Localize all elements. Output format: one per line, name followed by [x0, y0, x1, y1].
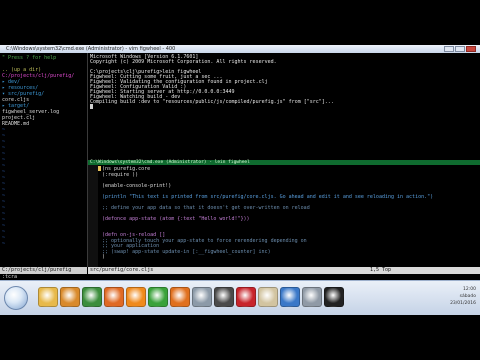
code-line[interactable]: ;; define your app data so that it doesn…	[102, 205, 310, 211]
app-red-icon[interactable]	[236, 287, 256, 307]
tray-day: sábado	[459, 294, 476, 299]
letterbox-bottom	[0, 315, 480, 360]
statusline-right: src/purefig/core.cljs 1,5 Top	[88, 267, 480, 274]
vlc-icon[interactable]	[126, 287, 146, 307]
editor-cursor	[98, 166, 101, 171]
code-line[interactable]: (:require ))	[102, 172, 138, 178]
cmd-icon[interactable]	[324, 287, 344, 307]
console-line: Copyright (c) 2009 Microsoft Corporation…	[90, 59, 277, 65]
editor-pane[interactable]: (ns purefig.core (:require )) (enable-con…	[88, 165, 480, 267]
explorer-icon[interactable]	[38, 287, 58, 307]
statusline-left: C:/projects/clj/purefig	[0, 267, 87, 274]
code-line[interactable]: )	[102, 254, 105, 260]
taskbar: 12:00 sábado 23/01/2016	[0, 280, 480, 315]
tray-date: 23/01/2016	[450, 301, 476, 306]
notepad-icon[interactable]	[192, 287, 212, 307]
media-player-icon[interactable]	[60, 287, 80, 307]
minimize-button[interactable]	[444, 46, 454, 52]
letterbox-top	[0, 0, 480, 45]
firefox-icon[interactable]	[104, 287, 124, 307]
statusline-position: 1,5 Top	[370, 267, 392, 273]
statusline-file: src/purefig/core.cljs	[90, 267, 154, 273]
statusline-left-path: C:/projects/clj/purefig	[2, 267, 72, 273]
code-line[interactable]: (enable-console-print!)	[102, 183, 171, 189]
console-line: Compiling build :dev to "resources/publi…	[90, 99, 334, 105]
window-title: C:\Windows\system32\cmd.exe (Administrat…	[6, 46, 176, 52]
console-pane[interactable]: Microsoft Windows [Version 6.1.7601] Copy…	[88, 53, 480, 160]
start-button[interactable]	[4, 286, 28, 310]
chrome-icon[interactable]	[82, 287, 102, 307]
app-green-icon[interactable]	[148, 287, 168, 307]
empty-line-tilde: ~	[2, 241, 6, 247]
tray-time: 12:00	[463, 287, 476, 292]
close-button[interactable]	[466, 46, 476, 52]
screen: C:\Windows\system32\cmd.exe (Administrat…	[0, 45, 480, 315]
system-tray[interactable]: 12:00 sábado 23/01/2016	[430, 285, 476, 311]
maximize-button[interactable]	[455, 46, 465, 52]
app-gray-icon[interactable]	[302, 287, 322, 307]
code-line[interactable]: ;; (swap! app-state update-in [:__figwhe…	[102, 249, 271, 255]
code-line[interactable]: (defonce app-state (atom {:text "Hello w…	[102, 216, 250, 222]
app-orange-icon[interactable]	[170, 287, 190, 307]
file-tree-item[interactable]: " Press ? for help	[2, 55, 56, 61]
sublime-icon[interactable]	[214, 287, 234, 307]
app-blue-icon[interactable]	[280, 287, 300, 307]
nerdtree-pane[interactable]: " Press ? for help.. (up a dir) C:/projec…	[0, 53, 87, 267]
code-line[interactable]: (println "This text is printed from src/…	[102, 194, 433, 200]
editor-gutter	[88, 165, 98, 267]
paint-icon[interactable]	[258, 287, 278, 307]
file-tree-item[interactable]: README.md	[2, 121, 29, 127]
